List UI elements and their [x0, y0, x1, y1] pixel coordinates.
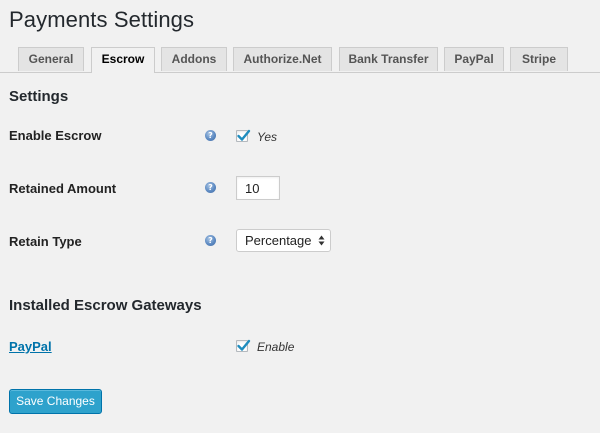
page-title: Payments Settings	[9, 7, 195, 32]
retain-type-select[interactable]: Percentage	[236, 229, 331, 252]
tab-stripe[interactable]: Stripe	[510, 47, 568, 71]
save-changes-button[interactable]: Save Changes	[9, 389, 102, 414]
paypal-enable-checkbox[interactable]	[236, 339, 251, 352]
installed-gateways-heading: Installed Escrow Gateways	[9, 297, 202, 314]
tab-escrow[interactable]: Escrow	[91, 47, 155, 73]
check-icon	[237, 129, 251, 141]
paypal-enable-option-label: Enable	[257, 340, 295, 354]
help-icon[interactable]: ?	[205, 130, 216, 141]
enable-escrow-option-label: Yes	[257, 130, 278, 144]
settings-tabs: General Escrow Addons Authorize.Net Bank…	[0, 47, 600, 73]
tab-addons[interactable]: Addons	[161, 47, 227, 71]
retained-amount-input[interactable]	[236, 176, 280, 200]
select-arrows-icon	[318, 235, 325, 246]
enable-escrow-checkbox[interactable]	[236, 129, 251, 142]
tab-general[interactable]: General	[18, 47, 84, 71]
settings-heading: Settings	[9, 88, 69, 105]
enable-escrow-label: Enable Escrow	[9, 128, 102, 143]
retain-type-selected-value: Percentage	[245, 233, 312, 248]
tab-authorize-net[interactable]: Authorize.Net	[233, 47, 332, 71]
retained-amount-label: Retained Amount	[9, 181, 117, 196]
help-icon[interactable]: ?	[205, 235, 216, 246]
check-icon	[237, 339, 251, 351]
retain-type-label: Retain Type	[9, 234, 82, 249]
paypal-gateway-link[interactable]: PayPal	[9, 339, 52, 354]
tab-bank-transfer[interactable]: Bank Transfer	[339, 47, 438, 71]
tab-paypal[interactable]: PayPal	[444, 47, 504, 71]
help-icon[interactable]: ?	[205, 182, 216, 193]
